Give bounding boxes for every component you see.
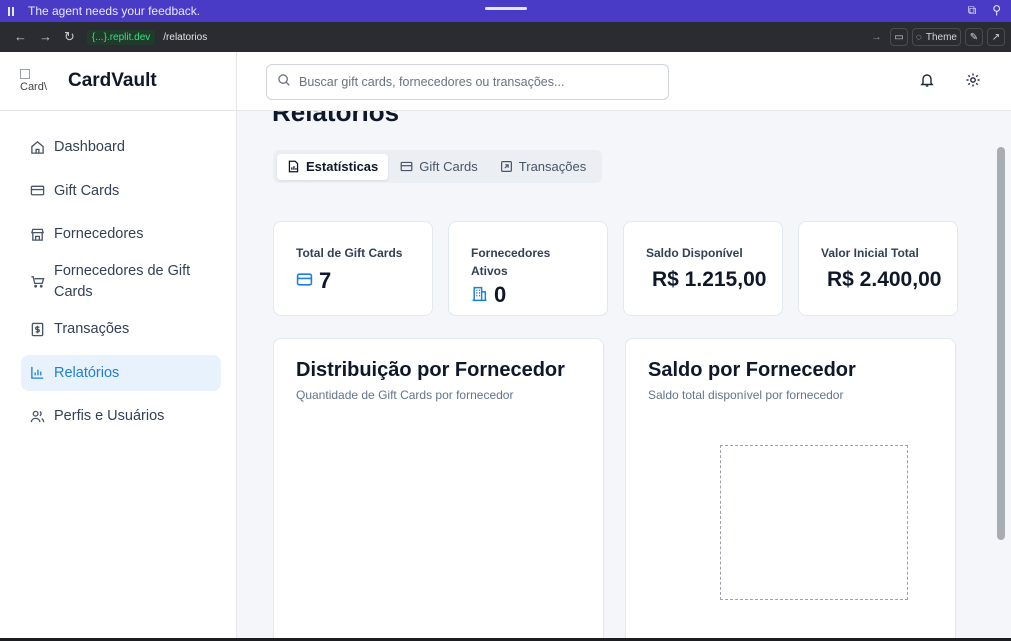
sidebar-item-fornecedores-gift-cards[interactable]: Fornecedores de Gift Cards — [21, 260, 221, 304]
stat-label: Saldo Disponível — [646, 246, 743, 260]
top-header — [237, 52, 1011, 111]
app-name: CardVault — [68, 70, 157, 91]
url-path[interactable]: /relatorios — [163, 32, 207, 43]
stat-card-total-gift-cards: Total de Gift Cards 7 — [273, 221, 433, 316]
sidebar-item-relatorios[interactable]: Relatórios — [21, 354, 221, 391]
sidebar-item-label: Dashboard — [54, 139, 125, 155]
pause-icon[interactable] — [8, 6, 18, 16]
app-window: Card\ CardVault Dashboard Gift Cards For… — [0, 52, 1011, 638]
stat-value: 7 — [319, 268, 332, 293]
card-icon — [296, 268, 313, 294]
stat-value: R$ 1.215,00 — [652, 268, 767, 291]
panel-distribuicao-fornecedor: Distribuição por Fornecedor Quantidade d… — [273, 338, 604, 638]
bar-chart-icon — [29, 365, 45, 380]
stat-label: Valor Inicial Total — [821, 246, 919, 260]
sidebar-item-gift-cards[interactable]: Gift Cards — [21, 173, 221, 209]
devtools-icon[interactable]: ✎ — [965, 28, 983, 46]
popout-icon[interactable]: ⧉ — [968, 3, 977, 18]
settings-gear-icon[interactable] — [965, 72, 981, 93]
tab-label: Gift Cards — [419, 159, 478, 174]
stat-card-saldo-disponivel: Saldo Disponível R$ 1.215,00 — [623, 221, 783, 316]
broken-image-icon — [20, 69, 30, 79]
tab-transacoes[interactable]: Transações — [490, 154, 596, 180]
open-arrow-icon[interactable]: → — [871, 31, 882, 43]
devices-icon[interactable]: ▭ — [889, 28, 908, 46]
tab-label: Estatísticas — [306, 159, 379, 174]
tab-label: Transações — [518, 159, 587, 174]
sidebar-item-fornecedores[interactable]: Fornecedores — [21, 216, 221, 252]
sidebar-item-label: Transações — [54, 321, 130, 337]
card-icon — [29, 183, 45, 198]
brand[interactable]: Card\ CardVault — [0, 52, 236, 111]
report-tabs: Estatísticas Gift Cards Transações — [273, 150, 603, 183]
external-link-icon[interactable]: ↗ — [987, 28, 1005, 46]
sidebar-item-perfis-usuarios[interactable]: Perfis e Usuários — [21, 398, 221, 434]
logo-image: Card\ — [20, 69, 60, 93]
forward-icon[interactable]: → — [39, 29, 52, 45]
agent-message: The agent needs your feedback. — [28, 4, 201, 18]
panel-saldo-fornecedor: Saldo por Fornecedor Saldo total disponí… — [625, 338, 956, 638]
sidebar-item-label: Perfis e Usuários — [54, 408, 165, 424]
logo-alt-text: Card\ — [20, 81, 47, 93]
back-icon[interactable]: ← — [14, 29, 27, 45]
tab-gift-cards[interactable]: Gift Cards — [390, 154, 488, 180]
main-scrollbar[interactable] — [991, 111, 1011, 638]
stat-card-fornecedores-ativos: Fornecedores Ativos 0 — [448, 221, 608, 316]
stat-value-row: 0 — [471, 282, 607, 308]
receipt-icon — [29, 322, 45, 337]
panel-title: Saldo por Fornecedor — [648, 359, 856, 381]
card-icon — [400, 160, 413, 173]
browser-toolbar: ← → ↻ {...}.replit.dev /relatorios → ▭ ◌… — [0, 22, 1011, 52]
stats-cards: Total de Gift Cards 7 Fornecedores Ativo… — [273, 221, 958, 316]
theme-button[interactable]: ◌ Theme — [911, 28, 961, 46]
store-icon — [29, 227, 45, 242]
palette-icon: ◌ — [915, 31, 922, 43]
sidebar-item-transacoes[interactable]: Transações — [21, 311, 221, 347]
sidebar-item-label: Gift Cards — [54, 182, 120, 199]
stat-value: R$ 2.400,00 — [827, 268, 942, 291]
agent-feedback-bar: The agent needs your feedback. ⧉ ⚲ — [0, 0, 1011, 22]
home-icon — [29, 140, 45, 155]
sidebar-item-dashboard[interactable]: Dashboard — [21, 129, 221, 165]
chart-placeholder — [720, 445, 908, 600]
main-content: Relatórios Estatísticas Gift Cards Trans… — [237, 111, 991, 638]
scrollbar-thumb[interactable] — [997, 147, 1005, 540]
stat-value-row: 7 — [296, 268, 432, 294]
page-title: Relatórios — [272, 111, 400, 127]
users-icon — [29, 409, 45, 424]
drag-handle[interactable] — [485, 7, 527, 10]
panel-subtitle: Quantidade de Gift Cards por fornecedor — [296, 388, 514, 402]
sidebar-item-label: Fornecedores de Gift Cards — [54, 262, 191, 300]
theme-label: Theme — [925, 31, 957, 43]
sidebar: Card\ CardVault Dashboard Gift Cards For… — [0, 52, 237, 638]
panel-title: Distribuição por Fornecedor — [296, 359, 565, 381]
search-icon — [277, 73, 291, 92]
pin-icon[interactable]: ⚲ — [992, 3, 1001, 18]
bell-icon[interactable] — [919, 72, 935, 93]
cart-icon — [29, 274, 45, 289]
stat-label: Total de Gift Cards — [296, 246, 403, 260]
search-box[interactable] — [266, 64, 669, 100]
stat-value: 0 — [494, 282, 507, 307]
tab-estatisticas[interactable]: Estatísticas — [277, 153, 389, 180]
panel-subtitle: Saldo total disponível por fornecedor — [648, 388, 844, 402]
sidebar-item-label: Relatórios — [54, 364, 120, 381]
file-chart-icon — [287, 160, 300, 173]
sidebar-item-label: Fornecedores — [54, 226, 144, 242]
sidebar-menu: Dashboard Gift Cards Fornecedores Fornec… — [0, 111, 236, 434]
stat-label: Fornecedores Ativos — [471, 246, 551, 278]
url-domain[interactable]: {...}.replit.dev — [86, 29, 156, 45]
arrow-up-right-square-icon — [500, 160, 513, 173]
reload-icon[interactable]: ↻ — [64, 29, 75, 45]
stat-card-valor-inicial-total: Valor Inicial Total R$ 2.400,00 — [798, 221, 958, 316]
search-input[interactable] — [299, 75, 659, 89]
building-icon — [471, 282, 488, 308]
